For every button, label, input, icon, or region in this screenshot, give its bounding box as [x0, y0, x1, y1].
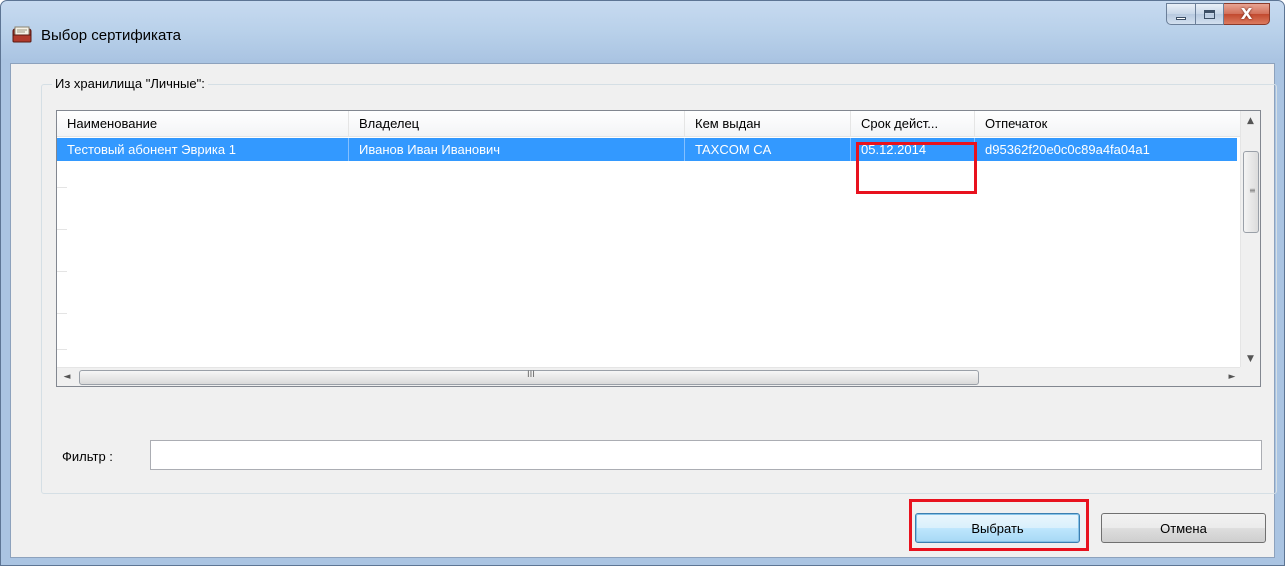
- vertical-scroll-thumb[interactable]: ≡: [1243, 151, 1259, 233]
- maximize-button[interactable]: [1196, 3, 1224, 25]
- vertical-scrollbar[interactable]: ▲ ≡ ▼: [1240, 111, 1260, 369]
- window-title: Выбор сертификата: [41, 27, 182, 44]
- minimize-icon: [1176, 16, 1186, 20]
- dialog-client-area: Из хранилища "Личные": Наименование Влад…: [10, 63, 1277, 558]
- filter-label: Фильтр :: [62, 449, 113, 464]
- grid-line: [57, 349, 67, 350]
- select-button[interactable]: Выбрать: [915, 513, 1080, 543]
- list-rows: Тестовый абонент Эврика 1 Иванов Иван Ив…: [57, 138, 1237, 161]
- grid-line: [57, 229, 67, 230]
- close-icon: X: [1240, 5, 1253, 23]
- column-header-issuer[interactable]: Кем выдан: [685, 111, 851, 137]
- scroll-up-arrow[interactable]: ▲: [1241, 111, 1260, 131]
- column-header-name[interactable]: Наименование: [57, 111, 349, 137]
- column-header-valid-to[interactable]: Срок дейст...: [851, 111, 975, 137]
- scroll-right-arrow[interactable]: ►: [1222, 368, 1242, 386]
- cell-issuer: TAXCOM CA: [685, 138, 851, 161]
- maximize-icon: [1204, 9, 1215, 19]
- store-groupbox: Из хранилища "Личные": Наименование Влад…: [41, 76, 1277, 494]
- table-row[interactable]: Тестовый абонент Эврика 1 Иванов Иван Ив…: [57, 138, 1237, 161]
- scrollbar-corner: [1240, 367, 1260, 386]
- cell-name: Тестовый абонент Эврика 1: [57, 138, 349, 161]
- scroll-grip-icon: ≡: [1249, 186, 1256, 195]
- group-label: Из хранилища "Личные":: [52, 76, 208, 91]
- list-header: Наименование Владелец Кем выдан Срок дей…: [57, 111, 1245, 137]
- certificate-list[interactable]: Наименование Владелец Кем выдан Срок дей…: [56, 110, 1261, 387]
- scroll-left-arrow[interactable]: ◄: [57, 368, 77, 386]
- cancel-button[interactable]: Отмена: [1101, 513, 1266, 543]
- grid-line: [57, 313, 67, 314]
- certificate-dialog: Выбор сертификата X Из хранилища "Личные…: [0, 0, 1285, 566]
- cell-thumbprint: d95362f20e0c0c89a4fa04a1: [985, 142, 1150, 157]
- minimize-button[interactable]: [1166, 3, 1196, 25]
- column-header-thumbprint[interactable]: Отпечаток: [975, 111, 1245, 137]
- grid-line: [57, 271, 67, 272]
- certificate-app-icon: [12, 26, 32, 43]
- filter-input[interactable]: [150, 440, 1262, 470]
- caption-buttons: X: [1166, 3, 1270, 27]
- grid-line: [57, 187, 67, 188]
- close-button[interactable]: X: [1224, 3, 1270, 25]
- scroll-grip-icon: III: [527, 370, 535, 380]
- horizontal-scroll-thumb[interactable]: III: [79, 370, 979, 385]
- horizontal-scrollbar[interactable]: ◄ III ►: [57, 367, 1242, 386]
- column-header-owner[interactable]: Владелец: [349, 111, 685, 137]
- title-bar[interactable]: Выбор сертификата X: [1, 1, 1284, 63]
- cell-valid-to: 05.12.2014: [851, 138, 975, 161]
- cell-owner: Иванов Иван Иванович: [349, 138, 685, 161]
- scroll-down-arrow[interactable]: ▼: [1241, 349, 1260, 369]
